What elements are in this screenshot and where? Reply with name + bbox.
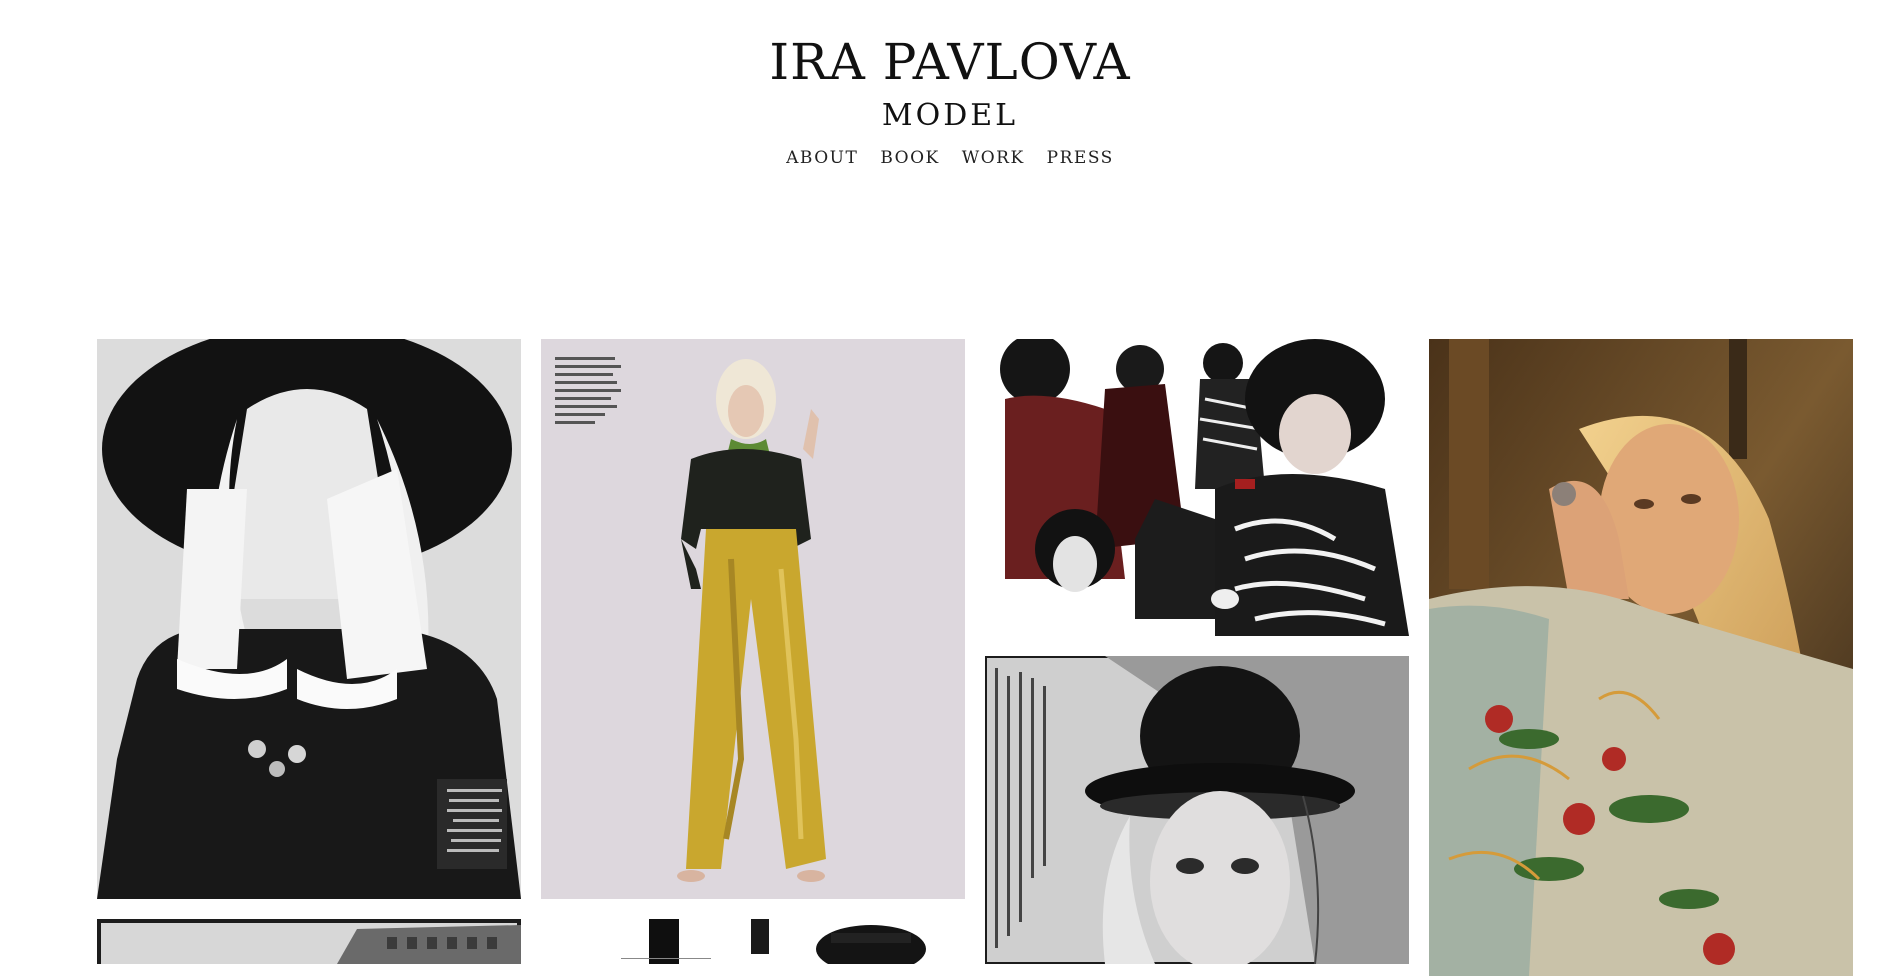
photo-bowler-hat-portrait[interactable] [985,656,1409,964]
photo-golden-hour-embroidered-jacket[interactable] [1429,339,1853,976]
photo-yellow-velvet-trousers[interactable] [541,339,965,899]
photo-city-street[interactable] [97,919,521,964]
photo-collage-bob-hair[interactable] [985,339,1409,636]
photo-editorial-collage[interactable] [541,919,965,964]
photo-bw-wide-hat[interactable] [97,339,521,899]
photo-gallery [0,0,1900,976]
